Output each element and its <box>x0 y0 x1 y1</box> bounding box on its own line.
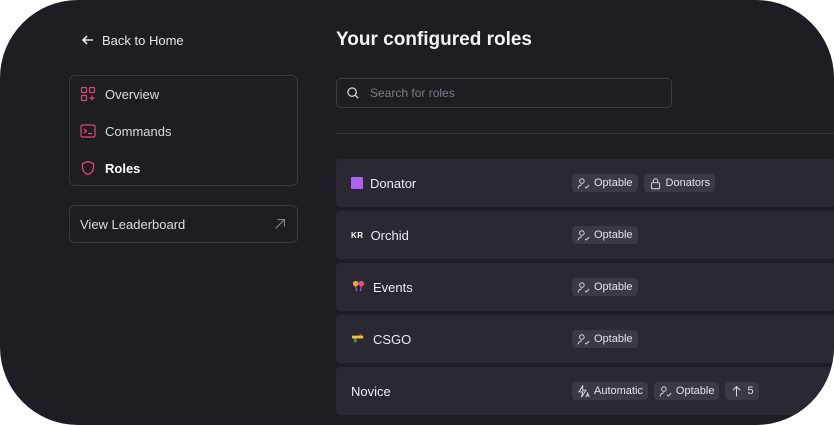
tag-label: Donators <box>665 177 711 189</box>
back-label: Back to Home <box>102 32 184 48</box>
search-box[interactable] <box>336 78 672 108</box>
arrow-up-right-icon <box>275 219 285 229</box>
search-input[interactable] <box>368 85 662 101</box>
divider <box>336 133 834 134</box>
grid-icon <box>80 86 96 102</box>
user-check-icon <box>577 177 590 189</box>
optable-badge: Optable <box>653 382 720 400</box>
user-check-icon <box>659 385 672 397</box>
sidebar-item-commands[interactable]: Commands <box>80 123 171 139</box>
tag-label: Optable <box>594 333 633 345</box>
lock-icon <box>650 177 660 189</box>
party-icon <box>351 278 366 296</box>
view-leaderboard-button[interactable]: View Leaderboard <box>69 205 298 243</box>
role-row-novice[interactable]: Novice Automatic Optable 5 <box>336 367 834 415</box>
tag-label: 5 <box>747 385 754 397</box>
optable-badge: Optable <box>572 174 638 192</box>
tag-label: Optable <box>594 229 633 241</box>
auto-bolt-icon <box>578 384 590 397</box>
user-check-icon <box>577 229 590 241</box>
role-row-donator[interactable]: Donator Optable Donators <box>336 159 834 207</box>
leaderboard-label: View Leaderboard <box>80 216 186 232</box>
role-row-csgo[interactable]: CSGO Optable <box>336 315 834 363</box>
tag-label: Automatic <box>594 385 643 397</box>
shield-icon <box>80 160 96 176</box>
role-name: Events <box>373 279 413 295</box>
optable-badge: Optable <box>572 278 638 296</box>
role-name: Novice <box>351 383 391 399</box>
arrow-up-icon <box>732 385 741 396</box>
tag-label: Optable <box>675 385 715 397</box>
sidebar-item-label: Commands <box>105 123 172 139</box>
role-row-events[interactable]: Events Optable <box>336 263 834 311</box>
role-row-orchid[interactable]: KR Orchid Optable <box>336 211 834 259</box>
sidebar-item-label: Roles <box>105 160 141 176</box>
app-window: Back to Home Overview Commands Roles Vie… <box>0 0 834 425</box>
page-title: Your configured roles <box>336 29 533 50</box>
sidebar-nav: Overview Commands Roles <box>69 75 298 186</box>
level-badge: 5 <box>725 382 759 400</box>
kr-flag-icon: KR <box>351 230 364 240</box>
user-check-icon <box>577 281 590 293</box>
tag-label: Optable <box>594 177 633 189</box>
sidebar-item-roles[interactable]: Roles <box>80 160 140 176</box>
back-to-home-link[interactable]: Back to Home <box>80 32 184 48</box>
sidebar-item-label: Overview <box>105 86 160 102</box>
user-check-icon <box>577 333 590 345</box>
terminal-icon <box>80 123 96 139</box>
tag-label: Optable <box>594 281 633 293</box>
role-name: CSGO <box>373 331 412 347</box>
purple-square-icon <box>351 177 363 189</box>
role-name: Donator <box>370 175 417 191</box>
optable-badge: Optable <box>572 330 638 348</box>
optable-badge: Optable <box>572 226 638 244</box>
automatic-badge: Automatic <box>572 382 648 400</box>
role-name: Orchid <box>370 227 409 243</box>
gun-icon <box>351 330 366 348</box>
arrow-left-icon <box>81 35 93 45</box>
sidebar-item-overview[interactable]: Overview <box>80 86 159 102</box>
search-icon <box>347 87 359 99</box>
donators-badge: Donators <box>643 174 716 192</box>
